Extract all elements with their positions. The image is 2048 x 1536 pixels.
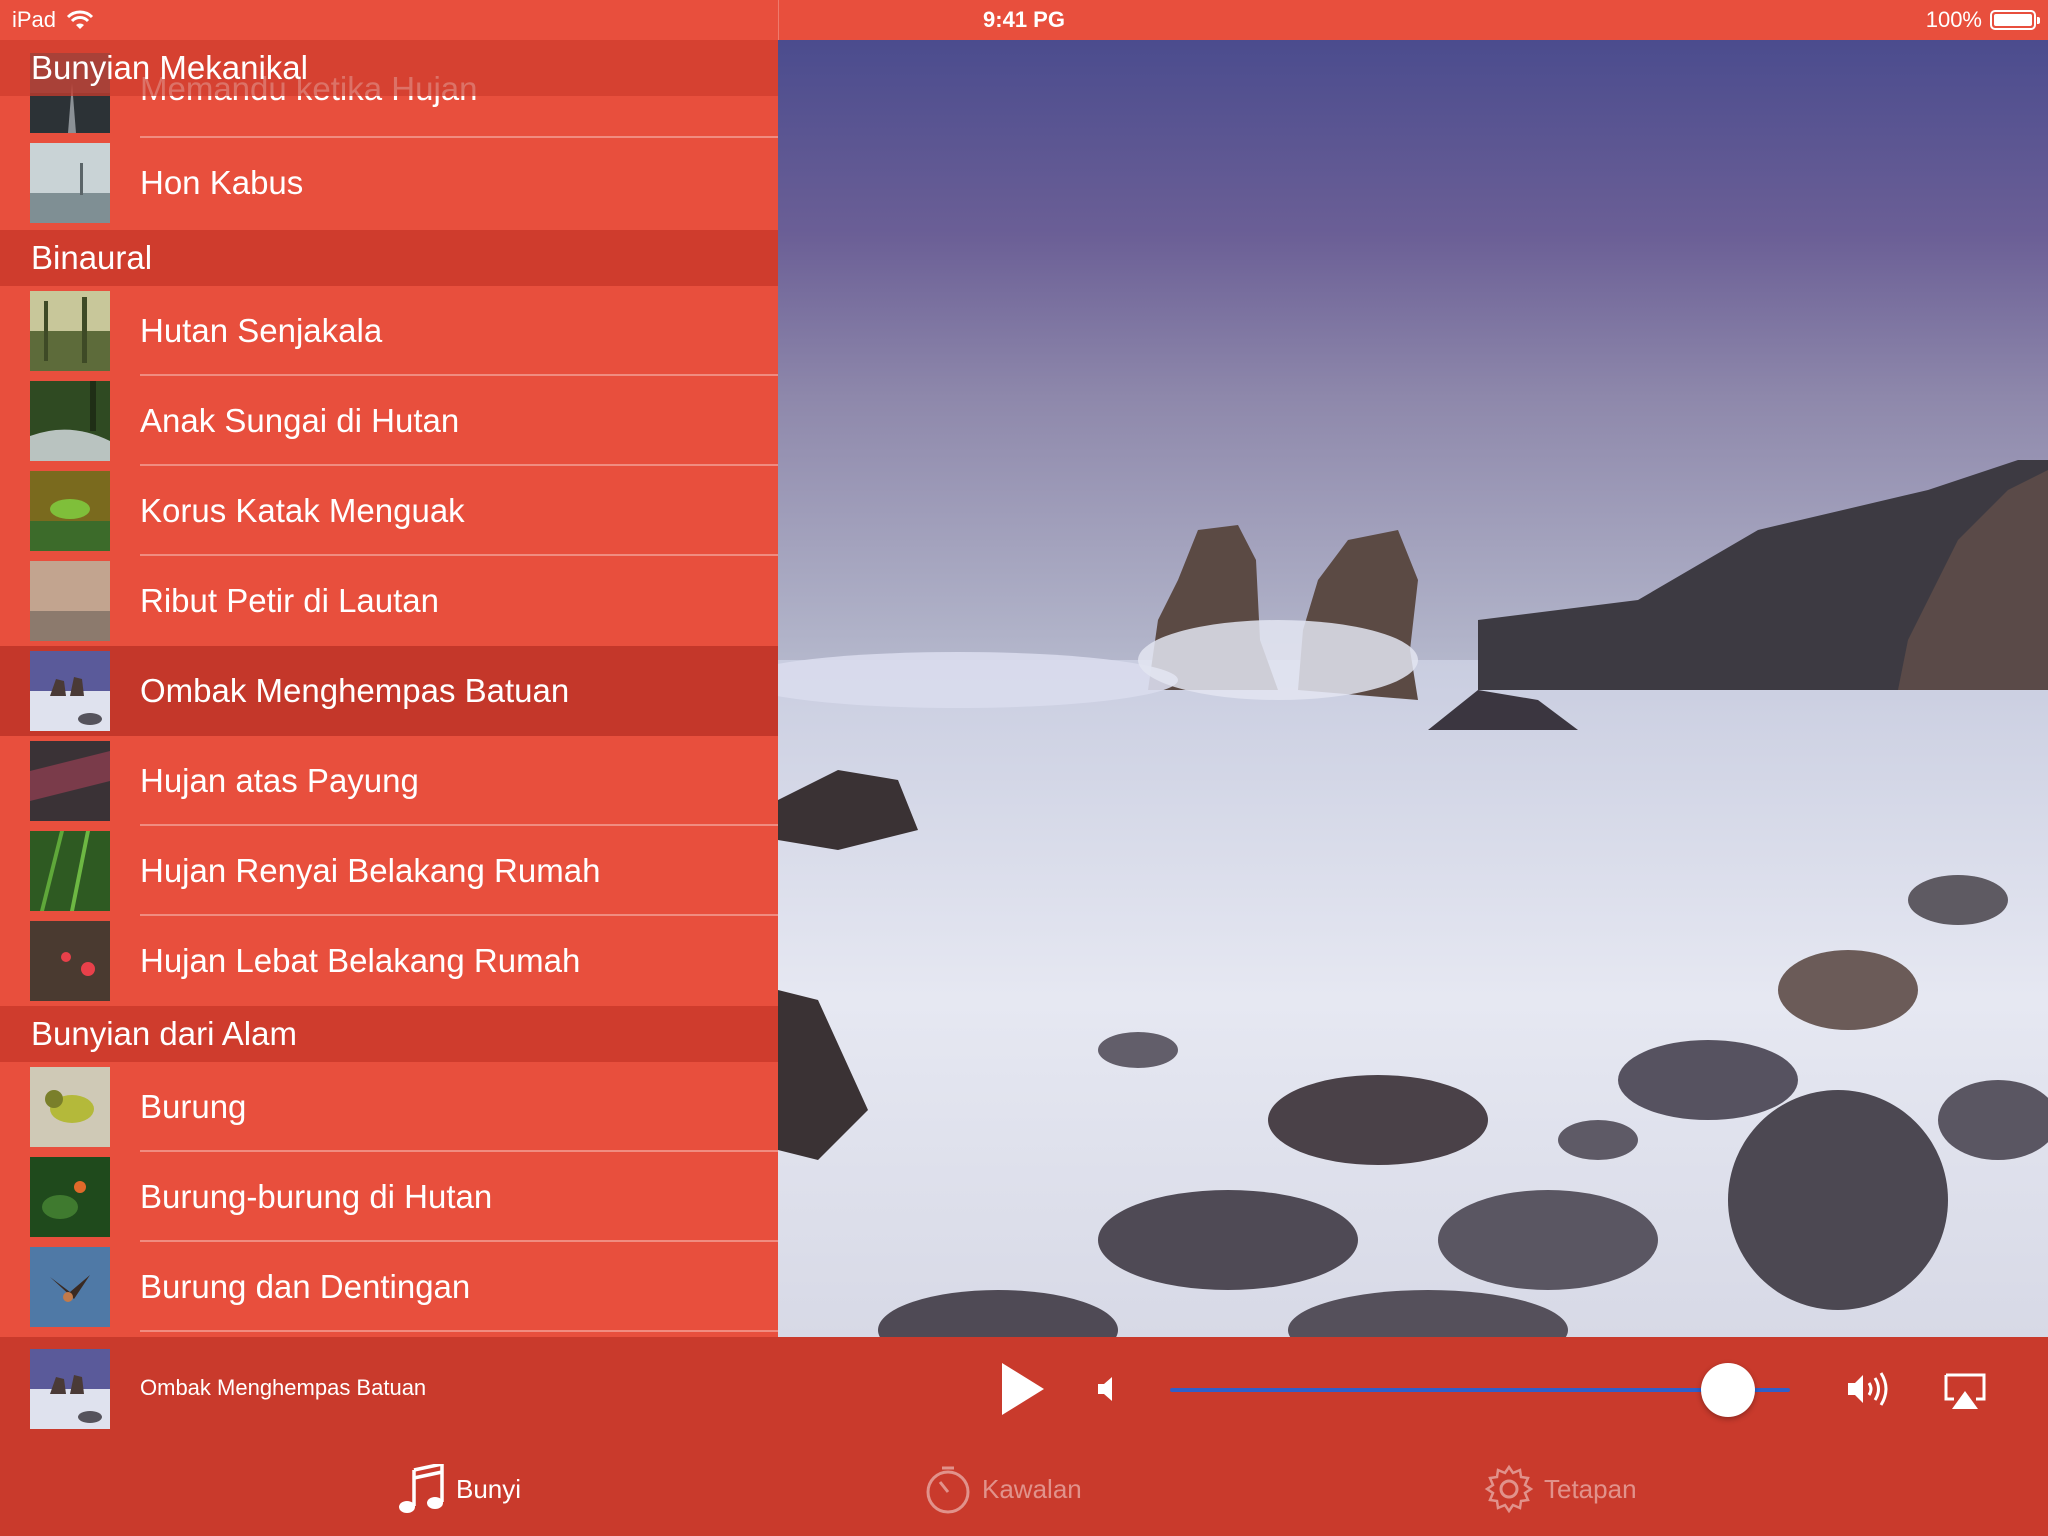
gear-icon	[1484, 1464, 1534, 1514]
list-item-label: Ribut Petir di Lautan	[140, 582, 440, 619]
tab-sounds[interactable]: Bunyi	[398, 1442, 521, 1536]
now-playing-thumbnail	[30, 1349, 110, 1429]
list-item-label: Burung	[140, 1088, 247, 1125]
volume-high-icon	[1848, 1372, 1888, 1406]
list-item-label: Hujan atas Payung	[140, 762, 419, 799]
list-item[interactable]: Anak Sungai di Hutan	[0, 376, 778, 466]
thumbnail-ocean-storm	[30, 561, 110, 641]
status-time: 9:41 PG	[983, 7, 1065, 32]
list-item[interactable]: Burung dan Dentingan	[0, 1242, 778, 1332]
tab-settings[interactable]: Tetapan	[1484, 1442, 1637, 1536]
music-note-icon	[399, 1464, 444, 1513]
tab-label: Kawalan	[982, 1473, 1082, 1504]
list-item-label: Hutan Senjakala	[140, 312, 383, 349]
list-item[interactable]: Hujan Lebat Belakang Rumah	[0, 916, 778, 1006]
thumbnail-forest-dusk	[30, 291, 110, 371]
list-item-label: Burung-burung di Hutan	[140, 1178, 493, 1215]
thumbnail-umbrella	[30, 741, 110, 821]
thumbnail-light-rain	[30, 831, 110, 911]
thumbnail-fog-horn	[30, 143, 110, 223]
list-item[interactable]: Hujan Renyai Belakang Rumah	[0, 826, 778, 916]
list-item[interactable]: Korus Katak Menguak	[0, 466, 778, 556]
battery-icon	[1990, 10, 2040, 30]
tab-label: Tetapan	[1544, 1473, 1637, 1504]
list-item-label: Hujan Renyai Belakang Rumah	[140, 852, 601, 889]
thumbnail-waves-rocks	[30, 651, 110, 731]
list-item-label: Korus Katak Menguak	[140, 492, 465, 529]
sound-list[interactable]: Memandu ketika Hujan Bunyian Mekanikal H…	[0, 40, 778, 1337]
list-item-label: Ombak Menghempas Batuan	[140, 672, 570, 709]
play-button[interactable]	[998, 1361, 1048, 1417]
thumbnail-frog	[30, 471, 110, 551]
list-item-selected[interactable]: Ombak Menghempas Batuan	[0, 646, 778, 736]
thumbnail-bird	[30, 1067, 110, 1147]
list-item[interactable]: Burung-burung di Hutan	[0, 1152, 778, 1242]
list-item[interactable]: Hutan Senjakala	[0, 286, 778, 376]
volume-slider-thumb[interactable]	[1701, 1363, 1755, 1417]
list-item[interactable]: Burung	[0, 1062, 778, 1152]
tab-bar: Bunyi Kawalan Tetapan	[0, 1442, 2048, 1536]
now-playing-bar: Ombak Menghempas Batuan	[0, 1337, 2048, 1442]
tab-controls[interactable]: Kawalan	[924, 1442, 1082, 1536]
section-header-mechanical: Bunyian Mekanikal	[0, 40, 778, 96]
volume-slider-track[interactable]	[1170, 1388, 1790, 1392]
row-separator	[140, 1330, 778, 1332]
timer-icon	[926, 1466, 970, 1514]
list-item[interactable]: Hujan atas Payung	[0, 736, 778, 826]
status-bar: iPad 9:41 PG 100%	[0, 0, 2048, 40]
section-header-binaural: Binaural	[0, 230, 778, 286]
thumbnail-forest-stream	[30, 381, 110, 461]
sound-artwork	[778, 40, 2048, 1337]
section-header-nature: Bunyian dari Alam	[0, 1006, 778, 1062]
tab-label: Bunyi	[456, 1473, 522, 1504]
list-item-label: Burung dan Dentingan	[140, 1268, 471, 1305]
list-item[interactable]: Hon Kabus	[0, 138, 778, 228]
now-playing-title: Ombak Menghempas Batuan	[140, 1375, 427, 1400]
status-divider	[778, 0, 779, 40]
battery-percent: 100%	[1925, 7, 1982, 32]
thumbnail-heavy-rain	[30, 921, 110, 1001]
list-item-label: Hujan Lebat Belakang Rumah	[140, 942, 581, 979]
list-item-label: Anak Sungai di Hutan	[140, 402, 460, 439]
list-item-label: Hon Kabus	[140, 164, 304, 201]
thumbnail-birds-chimes	[30, 1247, 110, 1327]
status-right: 100%	[1925, 7, 2040, 33]
airplay-icon[interactable]	[1942, 1371, 1988, 1411]
list-item[interactable]: Ribut Petir di Lautan	[0, 556, 778, 646]
volume-low-icon	[1098, 1377, 1112, 1401]
thumbnail-forest-birds	[30, 1157, 110, 1237]
